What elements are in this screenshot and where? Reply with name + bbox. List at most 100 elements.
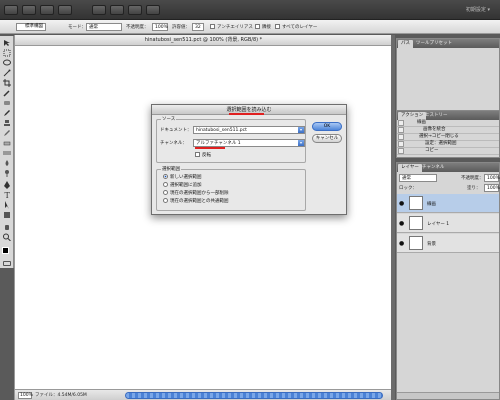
paths-panel: パス ツールプリセット	[396, 38, 500, 112]
clone-stamp-tool-icon[interactable]	[2, 119, 12, 127]
layer-row[interactable]: ● 線画	[397, 194, 499, 213]
channel-select[interactable]: アルファチャンネル 1 ▾	[193, 139, 305, 147]
horizontal-scrollbar[interactable]	[125, 392, 383, 399]
visibility-eye-icon[interactable]: ●	[399, 200, 404, 207]
layer-name: 線画	[427, 202, 436, 207]
action-toggle-checkbox[interactable]	[398, 148, 404, 154]
layers-panel-tabs: レイヤー チャンネル	[397, 163, 499, 172]
load-selection-dialog: 選択範囲を読み込む ソース ドキュメント： hinatubosi_sen511.…	[151, 104, 347, 215]
foreground-color-swatch[interactable]	[2, 247, 9, 254]
visibility-eye-icon[interactable]: ●	[399, 240, 404, 247]
opacity-label: 不透明度：	[126, 25, 149, 30]
action-row[interactable]: コピー	[397, 148, 499, 155]
title-annotation-underline	[229, 113, 264, 115]
eyedropper-tool-icon[interactable]	[2, 89, 12, 97]
zoom-tool-icon[interactable]	[2, 233, 12, 242]
crop-tool-icon[interactable]	[2, 79, 12, 87]
action-step-label: 画像を統合	[423, 127, 446, 132]
application-bar: 初期設定 ▾	[0, 0, 500, 20]
tab-channels[interactable]: チャンネル	[419, 164, 447, 172]
hand-tool-button[interactable]	[92, 5, 106, 15]
document-title[interactable]: hinatubosi_sen511.pct @ 100% (背景, RGB/8)…	[15, 35, 392, 46]
tab-tool-presets[interactable]: ツールプリセット	[413, 40, 455, 48]
action-step-label: 選択→コピー閉じる	[419, 134, 459, 139]
options-bar: 標準構図 モード： 通常 不透明度： 100% 許容値： 32 アンチエイリアス…	[0, 20, 500, 34]
gradient-tool-icon[interactable]	[2, 149, 12, 157]
type-tool-icon[interactable]: T	[2, 191, 12, 200]
screen-mode-button[interactable]	[146, 5, 160, 15]
action-row[interactable]: 線画	[397, 120, 499, 127]
layer-row[interactable]: ● 背景	[397, 234, 499, 253]
dodge-tool-icon[interactable]	[2, 169, 12, 177]
visibility-eye-icon[interactable]: ●	[399, 220, 404, 227]
canvas[interactable]	[15, 46, 392, 389]
marquee-tool-icon[interactable]	[2, 49, 12, 57]
antialias-label: アンチエイリアス	[217, 25, 253, 30]
action-toggle-checkbox[interactable]	[398, 141, 404, 147]
opacity-field[interactable]: 100%	[152, 23, 168, 31]
arrange-documents-button[interactable]	[128, 5, 142, 15]
action-row[interactable]: 設定：選択範囲	[397, 141, 499, 148]
zoom-field[interactable]: 100%	[18, 392, 33, 399]
tab-history[interactable]: ヒストリー	[422, 112, 451, 120]
zoom-level-button[interactable]	[58, 5, 72, 15]
actions-panel: アクション ヒストリー 線画 画像を統合 選択→コピー閉じる 設定：選択範囲 コ…	[396, 110, 500, 158]
mode-label: モード：	[68, 25, 86, 30]
channel-annotation-underline	[195, 147, 225, 149]
quick-mask-icon[interactable]	[3, 261, 11, 266]
mode-select[interactable]: 通常	[86, 23, 122, 31]
bridge-button[interactable]	[22, 5, 36, 15]
layer-name: 背景	[427, 242, 436, 247]
workspace-switcher[interactable]: 初期設定 ▾	[466, 6, 490, 13]
action-set-label: 線画	[417, 120, 426, 125]
action-toggle-checkbox[interactable]	[398, 134, 404, 140]
eraser-tool-icon[interactable]	[2, 139, 12, 147]
action-toggle-checkbox[interactable]	[398, 127, 404, 133]
healing-brush-tool-icon[interactable]	[2, 99, 12, 107]
action-toggle-checkbox[interactable]	[398, 120, 404, 126]
action-row[interactable]: 選択→コピー閉じる	[397, 134, 499, 141]
hand-tool-icon[interactable]	[2, 223, 12, 231]
blur-tool-icon[interactable]	[2, 159, 12, 167]
dock-divider[interactable]	[391, 35, 395, 400]
ok-button[interactable]: OK	[312, 122, 342, 131]
layer-row[interactable]: ● レイヤー 1	[397, 214, 499, 233]
action-step-label: 設定：選択範囲	[425, 141, 457, 146]
document-window: hinatubosi_sen511.pct @ 100% (背景, RGB/8)…	[14, 35, 392, 400]
path-selection-tool-icon[interactable]	[2, 201, 12, 209]
source-group: ソース ドキュメント： hinatubosi_sen511.pct ▾ チャンネ…	[156, 117, 306, 163]
radio-subtract-from-selection[interactable]: 現在の選択範囲から一部削除	[163, 190, 229, 197]
tolerance-label: 許容値：	[172, 25, 190, 30]
invert-checkbox[interactable]	[195, 152, 200, 157]
status-bar: 100% ファイル：4.54M/6.05M	[15, 389, 392, 400]
pen-tool-icon[interactable]	[2, 181, 12, 189]
all-layers-checkbox[interactable]	[275, 24, 280, 29]
tab-paths[interactable]: パス	[398, 40, 413, 48]
lasso-tool-icon[interactable]	[2, 59, 12, 67]
brush-tool-icon[interactable]	[2, 109, 12, 117]
cancel-button[interactable]: キャンセル	[312, 134, 342, 143]
history-brush-tool-icon[interactable]	[2, 129, 12, 137]
magic-wand-tool-icon[interactable]	[2, 69, 12, 77]
operation-group: 選択範囲 新しい選択範囲 選択範囲に追加 現在の選択範囲から一部削除 現在の選択…	[156, 167, 306, 211]
radio-dot	[163, 174, 168, 179]
zoom-tool-button[interactable]	[110, 5, 124, 15]
all-layers-label: すべてのレイヤー	[282, 25, 318, 30]
radio-new-selection[interactable]: 新しい選択範囲	[163, 174, 202, 181]
layer-opacity-field[interactable]: 100%	[484, 174, 500, 182]
blend-mode-select[interactable]: 通常	[399, 174, 437, 182]
fill-field[interactable]: 100%	[484, 184, 500, 192]
tolerance-field[interactable]: 32	[192, 23, 204, 31]
antialias-checkbox[interactable]	[210, 24, 215, 29]
document-select[interactable]: hinatubosi_sen511.pct ▾	[193, 126, 305, 134]
svg-text:T: T	[5, 191, 11, 199]
radio-intersect-selection[interactable]: 現在の選択範囲との共通範囲	[163, 198, 228, 205]
layer-thumbnail	[409, 196, 423, 210]
radio-add-to-selection[interactable]: 選択範囲に追加	[163, 182, 202, 189]
style-field[interactable]: 標準構図	[23, 23, 51, 31]
shape-tool-icon[interactable]	[2, 211, 12, 219]
view-extras-button[interactable]	[40, 5, 54, 15]
move-tool-icon[interactable]	[2, 39, 12, 47]
action-row[interactable]: 画像を統合	[397, 127, 499, 134]
contiguous-checkbox[interactable]	[255, 24, 260, 29]
